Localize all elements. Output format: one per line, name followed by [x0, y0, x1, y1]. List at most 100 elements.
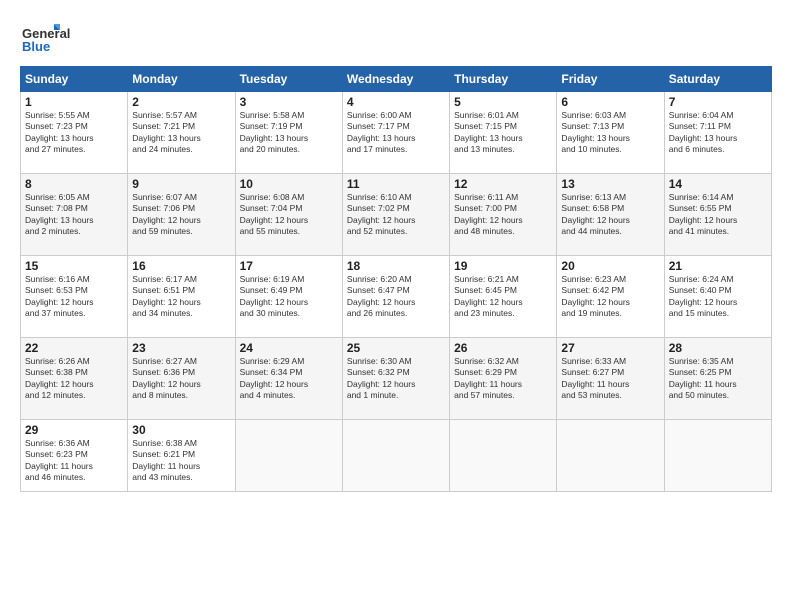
day-info: Sunrise: 6:32 AMSunset: 6:29 PMDaylight:… [454, 356, 552, 402]
day-cell: 17Sunrise: 6:19 AMSunset: 6:49 PMDayligh… [235, 256, 342, 338]
day-info: Sunrise: 6:20 AMSunset: 6:47 PMDaylight:… [347, 274, 445, 320]
day-cell: 14Sunrise: 6:14 AMSunset: 6:55 PMDayligh… [664, 174, 771, 256]
day-info: Sunrise: 6:04 AMSunset: 7:11 PMDaylight:… [669, 110, 767, 156]
day-cell: 9Sunrise: 6:07 AMSunset: 7:06 PMDaylight… [128, 174, 235, 256]
day-cell: 28Sunrise: 6:35 AMSunset: 6:25 PMDayligh… [664, 338, 771, 420]
day-cell: 25Sunrise: 6:30 AMSunset: 6:32 PMDayligh… [342, 338, 449, 420]
day-number: 13 [561, 177, 659, 191]
day-cell: 16Sunrise: 6:17 AMSunset: 6:51 PMDayligh… [128, 256, 235, 338]
day-number: 29 [25, 423, 123, 437]
day-info: Sunrise: 6:07 AMSunset: 7:06 PMDaylight:… [132, 192, 230, 238]
day-info: Sunrise: 6:36 AMSunset: 6:23 PMDaylight:… [25, 438, 123, 484]
day-cell: 7Sunrise: 6:04 AMSunset: 7:11 PMDaylight… [664, 92, 771, 174]
day-number: 12 [454, 177, 552, 191]
day-info: Sunrise: 6:33 AMSunset: 6:27 PMDaylight:… [561, 356, 659, 402]
logo: General Blue [20, 16, 90, 56]
day-cell: 3Sunrise: 5:58 AMSunset: 7:19 PMDaylight… [235, 92, 342, 174]
day-number: 30 [132, 423, 230, 437]
day-number: 2 [132, 95, 230, 109]
day-info: Sunrise: 5:57 AMSunset: 7:21 PMDaylight:… [132, 110, 230, 156]
day-info: Sunrise: 6:03 AMSunset: 7:13 PMDaylight:… [561, 110, 659, 156]
day-number: 7 [669, 95, 767, 109]
day-cell: 24Sunrise: 6:29 AMSunset: 6:34 PMDayligh… [235, 338, 342, 420]
day-number: 25 [347, 341, 445, 355]
calendar-table: SundayMondayTuesdayWednesdayThursdayFrid… [20, 66, 772, 492]
day-number: 18 [347, 259, 445, 273]
day-info: Sunrise: 6:29 AMSunset: 6:34 PMDaylight:… [240, 356, 338, 402]
weekday-header-row: SundayMondayTuesdayWednesdayThursdayFrid… [21, 67, 772, 92]
day-info: Sunrise: 6:27 AMSunset: 6:36 PMDaylight:… [132, 356, 230, 402]
day-info: Sunrise: 6:14 AMSunset: 6:55 PMDaylight:… [669, 192, 767, 238]
week-row-5: 29Sunrise: 6:36 AMSunset: 6:23 PMDayligh… [21, 420, 772, 492]
day-number: 9 [132, 177, 230, 191]
day-number: 27 [561, 341, 659, 355]
day-info: Sunrise: 6:08 AMSunset: 7:04 PMDaylight:… [240, 192, 338, 238]
day-info: Sunrise: 6:24 AMSunset: 6:40 PMDaylight:… [669, 274, 767, 320]
weekday-header-saturday: Saturday [664, 67, 771, 92]
day-number: 23 [132, 341, 230, 355]
day-info: Sunrise: 6:11 AMSunset: 7:00 PMDaylight:… [454, 192, 552, 238]
day-number: 22 [25, 341, 123, 355]
day-cell: 1Sunrise: 5:55 AMSunset: 7:23 PMDaylight… [21, 92, 128, 174]
day-cell: 2Sunrise: 5:57 AMSunset: 7:21 PMDaylight… [128, 92, 235, 174]
day-cell: 10Sunrise: 6:08 AMSunset: 7:04 PMDayligh… [235, 174, 342, 256]
weekday-header-sunday: Sunday [21, 67, 128, 92]
weekday-header-monday: Monday [128, 67, 235, 92]
day-number: 16 [132, 259, 230, 273]
day-info: Sunrise: 6:30 AMSunset: 6:32 PMDaylight:… [347, 356, 445, 402]
day-number: 1 [25, 95, 123, 109]
day-cell: 23Sunrise: 6:27 AMSunset: 6:36 PMDayligh… [128, 338, 235, 420]
day-info: Sunrise: 6:19 AMSunset: 6:49 PMDaylight:… [240, 274, 338, 320]
day-info: Sunrise: 6:10 AMSunset: 7:02 PMDaylight:… [347, 192, 445, 238]
day-info: Sunrise: 6:05 AMSunset: 7:08 PMDaylight:… [25, 192, 123, 238]
day-info: Sunrise: 6:21 AMSunset: 6:45 PMDaylight:… [454, 274, 552, 320]
day-info: Sunrise: 6:16 AMSunset: 6:53 PMDaylight:… [25, 274, 123, 320]
day-cell: 22Sunrise: 6:26 AMSunset: 6:38 PMDayligh… [21, 338, 128, 420]
day-cell: 4Sunrise: 6:00 AMSunset: 7:17 PMDaylight… [342, 92, 449, 174]
weekday-header-friday: Friday [557, 67, 664, 92]
day-number: 14 [669, 177, 767, 191]
day-cell: 20Sunrise: 6:23 AMSunset: 6:42 PMDayligh… [557, 256, 664, 338]
week-row-4: 22Sunrise: 6:26 AMSunset: 6:38 PMDayligh… [21, 338, 772, 420]
week-row-2: 8Sunrise: 6:05 AMSunset: 7:08 PMDaylight… [21, 174, 772, 256]
day-cell: 15Sunrise: 6:16 AMSunset: 6:53 PMDayligh… [21, 256, 128, 338]
weekday-header-thursday: Thursday [450, 67, 557, 92]
day-number: 4 [347, 95, 445, 109]
weekday-header-wednesday: Wednesday [342, 67, 449, 92]
day-info: Sunrise: 5:58 AMSunset: 7:19 PMDaylight:… [240, 110, 338, 156]
calendar-page: General Blue SundayMondayTuesdayWednesda… [0, 0, 792, 612]
day-number: 21 [669, 259, 767, 273]
day-cell: 21Sunrise: 6:24 AMSunset: 6:40 PMDayligh… [664, 256, 771, 338]
day-cell: 5Sunrise: 6:01 AMSunset: 7:15 PMDaylight… [450, 92, 557, 174]
day-info: Sunrise: 6:35 AMSunset: 6:25 PMDaylight:… [669, 356, 767, 402]
day-cell [664, 420, 771, 492]
day-cell [342, 420, 449, 492]
day-info: Sunrise: 5:55 AMSunset: 7:23 PMDaylight:… [25, 110, 123, 156]
logo-icon: General Blue [20, 16, 90, 56]
day-cell [235, 420, 342, 492]
day-cell: 11Sunrise: 6:10 AMSunset: 7:02 PMDayligh… [342, 174, 449, 256]
day-number: 15 [25, 259, 123, 273]
day-info: Sunrise: 6:01 AMSunset: 7:15 PMDaylight:… [454, 110, 552, 156]
day-cell: 27Sunrise: 6:33 AMSunset: 6:27 PMDayligh… [557, 338, 664, 420]
week-row-1: 1Sunrise: 5:55 AMSunset: 7:23 PMDaylight… [21, 92, 772, 174]
day-number: 19 [454, 259, 552, 273]
day-number: 5 [454, 95, 552, 109]
day-number: 8 [25, 177, 123, 191]
day-cell: 6Sunrise: 6:03 AMSunset: 7:13 PMDaylight… [557, 92, 664, 174]
day-info: Sunrise: 6:23 AMSunset: 6:42 PMDaylight:… [561, 274, 659, 320]
day-cell: 26Sunrise: 6:32 AMSunset: 6:29 PMDayligh… [450, 338, 557, 420]
day-number: 28 [669, 341, 767, 355]
day-cell: 19Sunrise: 6:21 AMSunset: 6:45 PMDayligh… [450, 256, 557, 338]
day-cell: 8Sunrise: 6:05 AMSunset: 7:08 PMDaylight… [21, 174, 128, 256]
day-cell: 29Sunrise: 6:36 AMSunset: 6:23 PMDayligh… [21, 420, 128, 492]
weekday-header-tuesday: Tuesday [235, 67, 342, 92]
day-info: Sunrise: 6:38 AMSunset: 6:21 PMDaylight:… [132, 438, 230, 484]
day-info: Sunrise: 6:00 AMSunset: 7:17 PMDaylight:… [347, 110, 445, 156]
day-info: Sunrise: 6:26 AMSunset: 6:38 PMDaylight:… [25, 356, 123, 402]
day-cell [450, 420, 557, 492]
week-row-3: 15Sunrise: 6:16 AMSunset: 6:53 PMDayligh… [21, 256, 772, 338]
day-number: 3 [240, 95, 338, 109]
day-number: 24 [240, 341, 338, 355]
day-number: 20 [561, 259, 659, 273]
